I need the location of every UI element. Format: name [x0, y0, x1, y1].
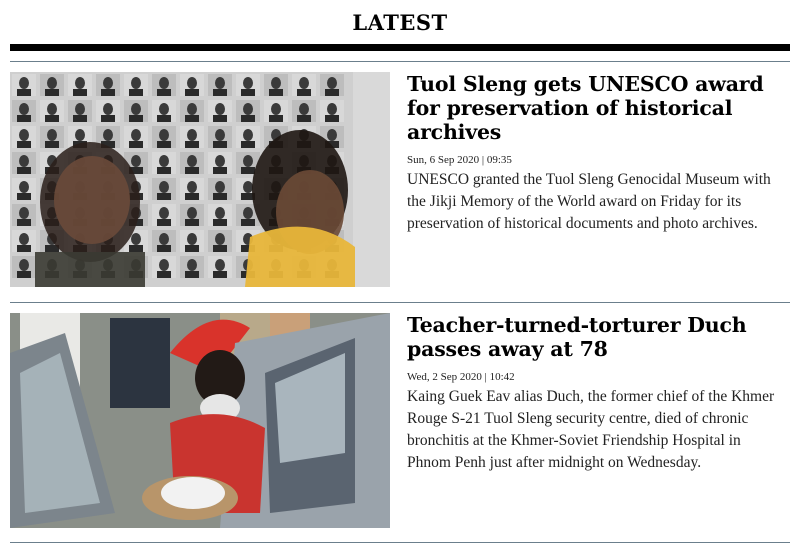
article-card: Teacher-turned-torturer Duch passes away… — [10, 313, 790, 529]
article-summary: Kaing Guek Eav alias Duch, the former ch… — [407, 388, 775, 471]
article-text: Tuol Sleng gets UNESCO award for preserv… — [407, 72, 787, 235]
article-card: Tuol Sleng gets UNESCO award for preserv… — [10, 72, 790, 288]
article-image[interactable] — [10, 72, 390, 287]
article-summary: UNESCO granted the Tuol Sleng Genocidal … — [407, 171, 771, 232]
article-headline-link[interactable]: Teacher-turned-torturer Duch passes away… — [407, 313, 787, 361]
car-scene-image — [10, 313, 390, 528]
section-title: LATEST — [352, 10, 448, 35]
photo-wall-image — [10, 72, 390, 287]
article-text: Teacher-turned-torturer Duch passes away… — [407, 313, 787, 474]
article-image[interactable] — [10, 313, 390, 528]
section-divider-thick — [10, 44, 790, 51]
article-date: Sun, 6 Sep 2020 | 09:35 — [407, 154, 512, 166]
article-divider — [10, 61, 790, 62]
article-date: Wed, 2 Sep 2020 | 10:42 — [407, 371, 515, 383]
article-divider — [10, 542, 790, 543]
article-divider — [10, 302, 790, 303]
article-headline-link[interactable]: Tuol Sleng gets UNESCO award for preserv… — [407, 72, 787, 144]
